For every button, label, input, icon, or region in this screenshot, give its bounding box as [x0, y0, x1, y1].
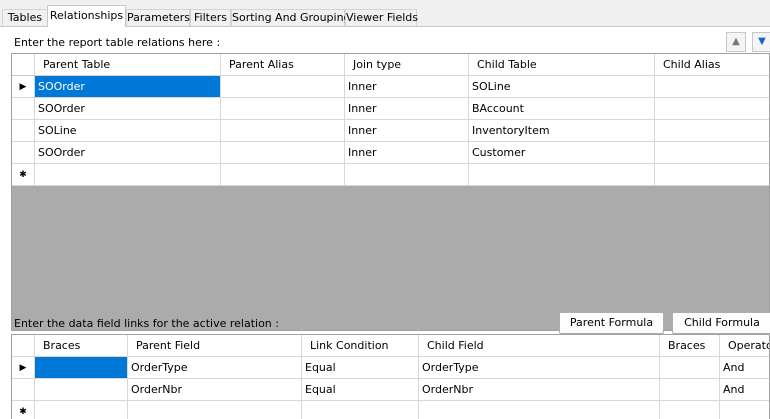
column-header-parent-table[interactable]: Parent Table — [35, 54, 221, 76]
row-header[interactable] — [12, 379, 35, 401]
relations-prompt: Enter the report table relations here : — [14, 36, 221, 49]
cell-braces-open[interactable] — [35, 357, 128, 379]
cell-child-table[interactable]: InventoryItem — [469, 120, 655, 142]
cell-parent-table[interactable]: SOOrder — [35, 142, 221, 164]
cell-operator[interactable] — [720, 401, 769, 419]
cell-child-alias[interactable] — [655, 120, 769, 142]
column-header-parent-alias[interactable]: Parent Alias — [221, 54, 345, 76]
cell-join-type[interactable] — [345, 164, 469, 186]
relationships-panel: Enter the report table relations here : … — [0, 27, 770, 419]
tab-viewer-fields[interactable]: Viewer Fields — [345, 9, 418, 26]
cell-join-type[interactable]: Inner — [345, 98, 469, 120]
arrow-down-icon: ▼ — [758, 36, 766, 47]
row-current-indicator[interactable]: ▶ — [12, 357, 35, 379]
tab-tables[interactable]: Tables — [2, 9, 48, 26]
relations-grid[interactable]: Parent Table Parent Alias Join type Chil… — [11, 53, 770, 331]
cell-child-table[interactable]: BAccount — [469, 98, 655, 120]
cell-braces-close[interactable] — [660, 379, 720, 401]
cell-parent-field[interactable]: OrderType — [128, 357, 302, 379]
cell-child-alias[interactable] — [655, 164, 769, 186]
cell-braces-close[interactable] — [660, 357, 720, 379]
column-header-child-alias[interactable]: Child Alias — [655, 54, 769, 76]
cell-link-condition[interactable]: Equal — [302, 379, 419, 401]
row-header[interactable] — [12, 98, 35, 120]
row-current-indicator[interactable]: ▶ — [12, 76, 35, 98]
cell-braces-open[interactable] — [35, 401, 128, 419]
cell-child-table[interactable]: Customer — [469, 142, 655, 164]
new-row-indicator[interactable]: ✱ — [12, 401, 35, 419]
tab-filters[interactable]: Filters — [190, 9, 231, 26]
cell-child-alias[interactable] — [655, 98, 769, 120]
tab-sorting-and-grouping[interactable]: Sorting And Grouping — [231, 9, 351, 26]
cell-child-table[interactable]: SOLine — [469, 76, 655, 98]
column-header-braces-close[interactable]: Braces — [660, 335, 720, 357]
cell-parent-table[interactable]: SOLine — [35, 120, 221, 142]
child-formula-button[interactable]: Child Formula — [672, 312, 770, 334]
cell-child-field[interactable] — [419, 401, 660, 419]
column-header-child-field[interactable]: Child Field — [419, 335, 660, 357]
cell-child-field[interactable]: OrderNbr — [419, 379, 660, 401]
tab-strip: Tables Relationships Parameters Filters … — [0, 0, 770, 27]
cell-parent-alias[interactable] — [221, 120, 345, 142]
cell-parent-table[interactable] — [35, 164, 221, 186]
column-header-parent-field[interactable]: Parent Field — [128, 335, 302, 357]
cell-parent-alias[interactable] — [221, 98, 345, 120]
header-corner — [12, 335, 35, 357]
tab-relationships[interactable]: Relationships — [47, 5, 126, 27]
parent-formula-button[interactable]: Parent Formula — [559, 312, 664, 334]
cell-parent-table[interactable]: SOOrder — [35, 76, 221, 98]
row-header[interactable] — [12, 142, 35, 164]
cell-link-condition[interactable] — [302, 401, 419, 419]
cell-parent-field[interactable]: OrderNbr — [128, 379, 302, 401]
cell-child-alias[interactable] — [655, 76, 769, 98]
new-row-indicator[interactable]: ✱ — [12, 164, 35, 186]
cell-braces-open[interactable] — [35, 379, 128, 401]
arrow-up-icon: ▲ — [732, 36, 740, 47]
move-down-button[interactable]: ▼ — [752, 32, 770, 52]
cell-parent-field[interactable] — [128, 401, 302, 419]
cell-join-type[interactable]: Inner — [345, 76, 469, 98]
cell-child-field[interactable]: OrderType — [419, 357, 660, 379]
column-header-braces-open[interactable]: Braces — [35, 335, 128, 357]
links-prompt: Enter the data field links for the activ… — [14, 317, 279, 330]
column-header-operator[interactable]: Operator — [720, 335, 769, 357]
cell-braces-close[interactable] — [660, 401, 720, 419]
cell-child-table[interactable] — [469, 164, 655, 186]
row-header[interactable] — [12, 120, 35, 142]
links-grid[interactable]: Braces Parent Field Link Condition Child… — [11, 334, 770, 419]
cell-parent-table[interactable]: SOOrder — [35, 98, 221, 120]
cell-parent-alias[interactable] — [221, 142, 345, 164]
cell-operator[interactable]: And — [720, 379, 769, 401]
cell-parent-alias[interactable] — [221, 164, 345, 186]
header-corner — [12, 54, 35, 76]
move-up-button[interactable]: ▲ — [726, 32, 746, 52]
column-header-join-type[interactable]: Join type — [345, 54, 469, 76]
cell-link-condition[interactable]: Equal — [302, 357, 419, 379]
grid-empty-area — [12, 186, 769, 330]
cell-join-type[interactable]: Inner — [345, 120, 469, 142]
cell-operator[interactable]: And — [720, 357, 769, 379]
cell-parent-alias[interactable] — [221, 76, 345, 98]
cell-child-alias[interactable] — [655, 142, 769, 164]
column-header-link-condition[interactable]: Link Condition — [302, 335, 419, 357]
tab-parameters[interactable]: Parameters — [126, 9, 190, 26]
column-header-child-table[interactable]: Child Table — [469, 54, 655, 76]
cell-join-type[interactable]: Inner — [345, 142, 469, 164]
